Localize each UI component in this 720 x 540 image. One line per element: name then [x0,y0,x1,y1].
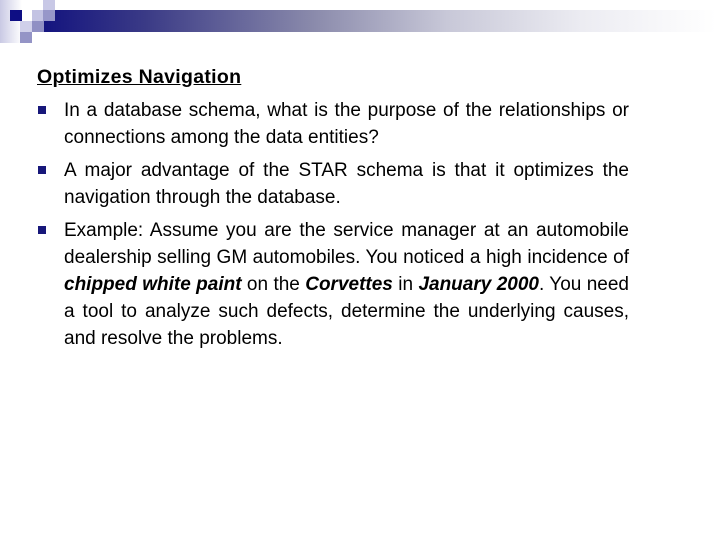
header-decoration [0,0,720,50]
decor-square [43,10,55,21]
bullet-item: Example: Assume you are the service mana… [37,217,629,352]
decor-square [43,0,55,10]
text-segment: on the [241,274,306,295]
decor-square [10,10,22,21]
bullet-list: In a database schema, what is the purpos… [37,97,629,352]
decor-square [20,21,32,32]
text-segment: in [392,274,419,295]
emphasis-january-2000: January 2000 [418,274,539,295]
header-edge-gradient [0,0,22,43]
square-bullet-icon [38,226,46,234]
text-segment: Example: Assume you are the service mana… [64,220,629,268]
bullet-item: In a database schema, what is the purpos… [37,97,629,151]
emphasis-chipped-white-paint: chipped white paint [64,274,242,295]
square-bullet-icon [38,166,46,174]
bullet-text: Example: Assume you are the service mana… [64,220,629,349]
header-gradient-bar [44,10,716,32]
slide-title: Optimizes Navigation [37,66,242,88]
emphasis-corvettes: Corvettes [305,274,393,295]
bullet-text: In a database schema, what is the purpos… [64,100,629,148]
bullet-text: A major advantage of the STAR schema is … [64,160,629,208]
decor-square [20,32,32,43]
decor-square [32,21,44,32]
square-bullet-icon [38,106,46,114]
bullet-item: A major advantage of the STAR schema is … [37,157,629,211]
slide-content: Optimizes Navigation In a database schem… [37,63,629,358]
